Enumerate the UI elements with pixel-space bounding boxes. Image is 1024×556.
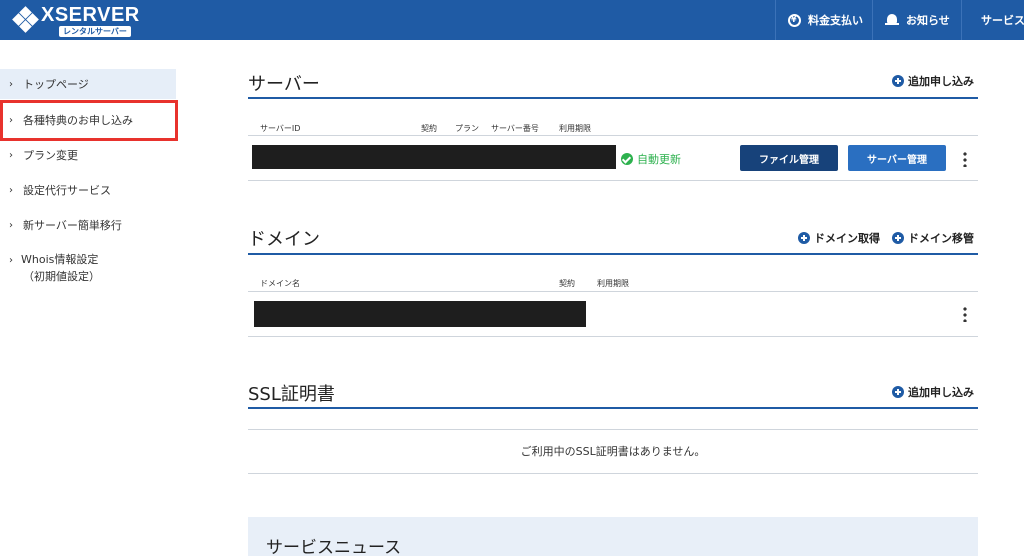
ssl-top-divider <box>248 429 978 430</box>
sidebar-item-migration[interactable]: › 新サーバー簡単移行 <box>0 210 176 240</box>
sidebar-item-whois[interactable]: › Whois情報設定 （初期値設定） <box>9 252 100 285</box>
sidebar-item-sublabel: （初期値設定） <box>23 270 100 283</box>
auto-renew-status: 自動更新 <box>621 151 681 167</box>
billing-label: 料金支払い <box>808 14 863 27</box>
redacted-domain-info <box>254 301 586 327</box>
server-add-button[interactable]: 追加申し込み <box>892 73 974 89</box>
server-add-label: 追加申し込み <box>908 75 974 88</box>
col-contract: 契約 <box>559 279 575 288</box>
sidebar-item-label: トップページ <box>23 78 89 91</box>
service-news-panel: サービスニュース <box>248 517 978 556</box>
ssl-section-rule <box>248 407 978 409</box>
services-menu[interactable]: サービス <box>961 0 1024 40</box>
chevron-right-icon: › <box>9 149 13 161</box>
col-expiry: 利用期限 <box>559 124 591 133</box>
col-server-id: サーバーID <box>260 124 301 133</box>
sidebar-item-setup-service[interactable]: › 設定代行サービス <box>0 175 176 205</box>
logo-mark-icon <box>12 6 39 33</box>
domain-row-divider <box>248 336 978 337</box>
col-domain-name: ドメイン名 <box>260 279 300 288</box>
chevron-right-icon: › <box>9 78 13 90</box>
top-header: XSERVER レンタルサーバー 料金支払い お知らせ サービス <box>0 0 1024 40</box>
col-expiry: 利用期限 <box>597 279 629 288</box>
domain-more-icon[interactable] <box>963 306 967 322</box>
chevron-right-icon: › <box>9 219 13 231</box>
sidebar: › トップページ › 各種特典のお申し込み › プラン変更 › 設定代行サービス… <box>0 40 178 556</box>
sidebar-item-label: 新サーバー簡単移行 <box>23 219 122 232</box>
chevron-right-icon: › <box>9 184 13 196</box>
ssl-section-title: SSL証明書 <box>248 384 335 405</box>
domain-transfer-button[interactable]: ドメイン移管 <box>892 230 974 246</box>
highlight-box <box>0 100 178 141</box>
domain-section-title: ドメイン <box>248 229 320 250</box>
domain-header-divider <box>248 291 978 292</box>
domain-acquire-label: ドメイン取得 <box>814 232 880 245</box>
server-section-title: サーバー <box>248 74 320 95</box>
file-manage-button[interactable]: ファイル管理 <box>740 145 838 171</box>
server-manage-button[interactable]: サーバー管理 <box>848 145 946 171</box>
plus-circle-icon <box>798 232 810 244</box>
redacted-server-info <box>252 145 616 169</box>
sidebar-item-plan-change[interactable]: › プラン変更 <box>0 140 176 170</box>
sidebar-item-label: Whois情報設定 <box>21 253 99 266</box>
server-row-divider <box>248 180 978 181</box>
domain-transfer-label: ドメイン移管 <box>908 232 974 245</box>
ssl-bottom-divider <box>248 473 978 474</box>
service-news-title: サービスニュース <box>266 538 402 556</box>
domain-section-rule <box>248 253 978 255</box>
billing-icon <box>788 13 801 27</box>
col-contract: 契約 <box>421 124 437 133</box>
check-circle-icon <box>621 153 633 165</box>
notifications-link[interactable]: お知らせ <box>872 0 961 40</box>
billing-link[interactable]: 料金支払い <box>775 0 872 40</box>
sidebar-item-label: プラン変更 <box>23 149 78 162</box>
sidebar-item-top[interactable]: › トップページ <box>0 69 176 99</box>
chevron-right-icon: › <box>9 255 13 266</box>
col-plan: プラン <box>455 124 479 133</box>
col-server-no: サーバー番号 <box>491 124 539 133</box>
ssl-add-button[interactable]: 追加申し込み <box>892 384 974 400</box>
plus-circle-icon <box>892 386 904 398</box>
logo-subtitle: レンタルサーバー <box>59 26 131 37</box>
server-section-rule <box>248 97 978 99</box>
plus-circle-icon <box>892 75 904 87</box>
sidebar-item-label: 設定代行サービス <box>23 184 111 197</box>
notifications-label: お知らせ <box>906 14 950 27</box>
xserver-logo[interactable]: XSERVER レンタルサーバー <box>12 3 144 37</box>
domain-acquire-button[interactable]: ドメイン取得 <box>798 230 880 246</box>
server-more-icon[interactable] <box>963 151 967 167</box>
auto-renew-label: 自動更新 <box>637 153 681 166</box>
logo-text: XSERVER <box>41 4 140 26</box>
server-header-divider <box>248 135 978 136</box>
plus-circle-icon <box>892 232 904 244</box>
services-label: サービス <box>981 14 1024 27</box>
bell-icon <box>885 13 899 27</box>
ssl-empty-message: ご利用中のSSL証明書はありません。 <box>520 445 706 458</box>
ssl-add-label: 追加申し込み <box>908 386 974 399</box>
